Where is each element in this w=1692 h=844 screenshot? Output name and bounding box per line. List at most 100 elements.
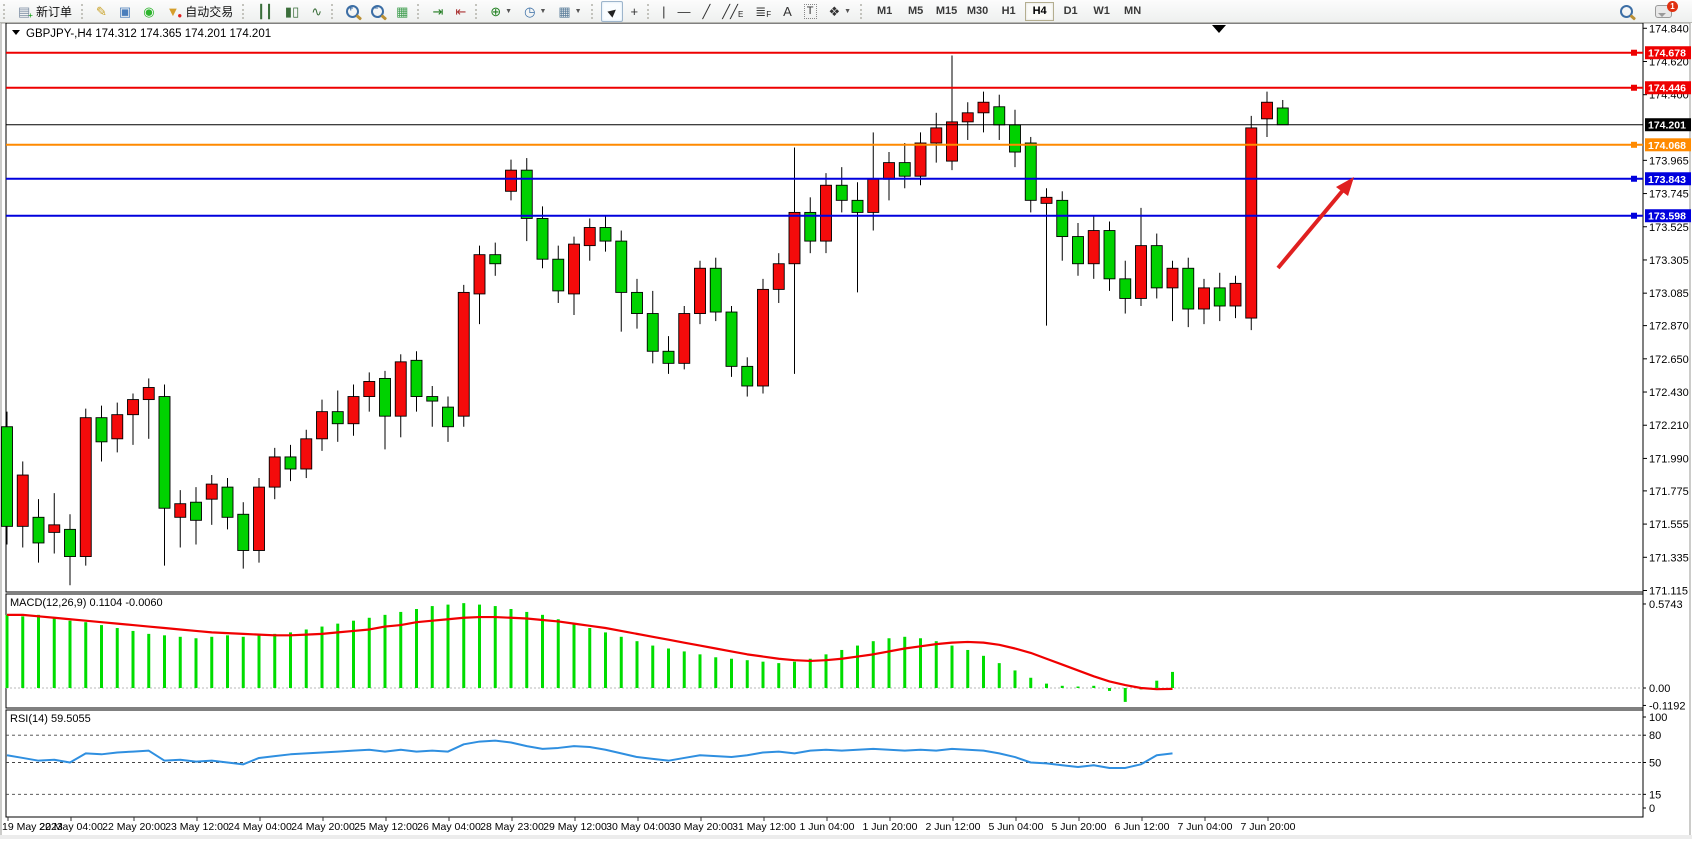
tf-h1-button[interactable]: H1 xyxy=(994,2,1023,21)
tf-d1-button[interactable]: D1 xyxy=(1056,2,1085,21)
macd-histogram-bar xyxy=(1061,686,1064,688)
line-chart-button[interactable]: ∿ xyxy=(306,1,327,22)
candle-body xyxy=(1041,197,1052,203)
candle-body xyxy=(679,314,690,364)
line-chart-icon: ∿ xyxy=(311,5,322,18)
candle-body xyxy=(395,362,406,416)
time-label: 7 Jun 20:00 xyxy=(1241,821,1296,833)
indicators-button[interactable]: ⊕▼ xyxy=(485,1,517,22)
candle-body xyxy=(427,397,438,402)
toolbar-grip xyxy=(647,4,652,19)
vertical-line-icon: | xyxy=(662,5,665,18)
candle-body xyxy=(994,107,1005,125)
time-label: 24 May 20:00 xyxy=(291,821,355,833)
vertical-line-button[interactable]: | xyxy=(657,1,670,22)
candle-body xyxy=(947,122,958,161)
candle-body xyxy=(474,255,485,294)
search-button[interactable] xyxy=(1615,1,1638,22)
candle-body xyxy=(348,397,359,424)
crosshair-button[interactable]: + xyxy=(625,1,643,22)
horizontal-line-button[interactable]: — xyxy=(672,1,695,22)
macd-histogram-bar xyxy=(699,654,702,688)
macd-histogram-bar xyxy=(242,637,245,688)
rsi-panel[interactable] xyxy=(6,710,1643,817)
macd-histogram-bar xyxy=(777,663,780,688)
window-bottom-edge xyxy=(0,835,1692,839)
price-tick-label: 173.085 xyxy=(1649,288,1689,300)
community-button[interactable]: 1 xyxy=(1650,1,1677,22)
signals-button[interactable]: ◉ xyxy=(138,1,159,22)
macd-histogram-bar xyxy=(525,612,528,688)
auto-scroll-button[interactable]: ⇥ xyxy=(427,1,448,22)
tf-m15-button[interactable]: M15 xyxy=(932,2,961,21)
price-tick-label: 172.210 xyxy=(1649,420,1689,432)
candle-body xyxy=(364,381,375,396)
autotrade-button[interactable]: ▼●自动交易 xyxy=(162,1,239,22)
macd-histogram-bar xyxy=(762,662,765,688)
arrows-button[interactable]: ❖▼ xyxy=(824,1,857,22)
candle-body xyxy=(1230,283,1241,306)
community-chat-icon: 1 xyxy=(1655,5,1672,18)
tf-m30-button[interactable]: M30 xyxy=(963,2,992,21)
time-label: 23 May 12:00 xyxy=(165,821,229,833)
mql5-community-button[interactable]: ▣ xyxy=(114,1,136,22)
periods-button[interactable]: ◷▼ xyxy=(519,1,551,22)
candle-body xyxy=(1262,102,1273,119)
chart-shift-button[interactable]: ⇤ xyxy=(450,1,471,22)
fibonacci-button[interactable]: ≣F xyxy=(750,1,776,22)
tf-m1-button[interactable]: M1 xyxy=(870,2,899,21)
tf-mn-button[interactable]: MN xyxy=(1118,2,1147,21)
new-order-button[interactable]: ▤+新订单 xyxy=(13,1,77,22)
hline-end-marker xyxy=(1631,213,1637,219)
tile-windows-button[interactable]: ▦ xyxy=(391,1,413,22)
time-label: 22 May 04:00 xyxy=(39,821,103,833)
bar-chart-button[interactable]: ┃┃ xyxy=(252,1,278,22)
candlestick-button[interactable]: ▮▯ xyxy=(280,1,304,22)
macd-histogram-bar xyxy=(588,628,591,688)
candle-body xyxy=(1104,231,1115,279)
candle-body xyxy=(537,218,548,259)
chart-shift-icon: ⇤ xyxy=(455,5,466,18)
tf-m5-button[interactable]: M5 xyxy=(901,2,930,21)
candle-body xyxy=(17,475,28,526)
candle-body xyxy=(710,268,721,312)
macd-histogram-bar xyxy=(809,659,812,688)
tf-h4-button[interactable]: H4 xyxy=(1025,2,1054,21)
hline-price-tag-label: 174.446 xyxy=(1648,83,1686,95)
macd-histogram-bar xyxy=(21,616,24,688)
candle-body xyxy=(380,378,391,416)
candle-body xyxy=(915,143,926,176)
macd-histogram-bar xyxy=(132,631,135,688)
trendline-button[interactable]: ╱ xyxy=(697,1,715,22)
candle-body xyxy=(1025,143,1036,200)
new-order-button-label: 新订单 xyxy=(36,3,72,20)
candle-body xyxy=(49,525,60,533)
equidistant-channel-button[interactable]: ╱╱E xyxy=(717,1,748,22)
candle-body xyxy=(569,244,580,294)
rsi-axis-label: 100 xyxy=(1649,712,1667,724)
zoom-in-button[interactable]: + xyxy=(341,1,364,22)
candle-body xyxy=(632,292,643,313)
hline-price-tag-label: 174.678 xyxy=(1648,48,1686,60)
rsi-label: RSI(14) 59.5055 xyxy=(10,713,91,725)
main-panel[interactable] xyxy=(6,23,1643,592)
macd-histogram-bar xyxy=(226,635,229,688)
macd-histogram-bar xyxy=(935,641,938,688)
templates-button[interactable]: ▦▼ xyxy=(553,1,586,22)
candle-body xyxy=(490,255,501,264)
price-tick-label: 171.115 xyxy=(1649,585,1688,597)
cursor-button[interactable]: ► xyxy=(601,1,624,22)
candle-body xyxy=(222,487,233,517)
zoom-out-button[interactable]: − xyxy=(366,1,389,22)
macd-panel[interactable] xyxy=(6,594,1643,708)
tf-w1-button[interactable]: W1 xyxy=(1087,2,1116,21)
time-label: 5 Jun 20:00 xyxy=(1052,821,1107,833)
main-toolbar: ▤+新订单✎▣◉▼●自动交易┃┃▮▯∿+−▦⇥⇤⊕▼◷▼▦▼►+|—╱╱╱E≣F… xyxy=(0,0,1692,23)
macd-histogram-bar xyxy=(147,634,150,688)
candlestick-icon: ▮▯ xyxy=(285,5,299,18)
metaeditor-button[interactable]: ✎ xyxy=(91,1,112,22)
text-button[interactable]: A xyxy=(778,1,797,22)
text-label-button[interactable]: T xyxy=(799,1,822,22)
macd-histogram-bar xyxy=(510,609,513,688)
text-icon: A xyxy=(783,5,792,18)
